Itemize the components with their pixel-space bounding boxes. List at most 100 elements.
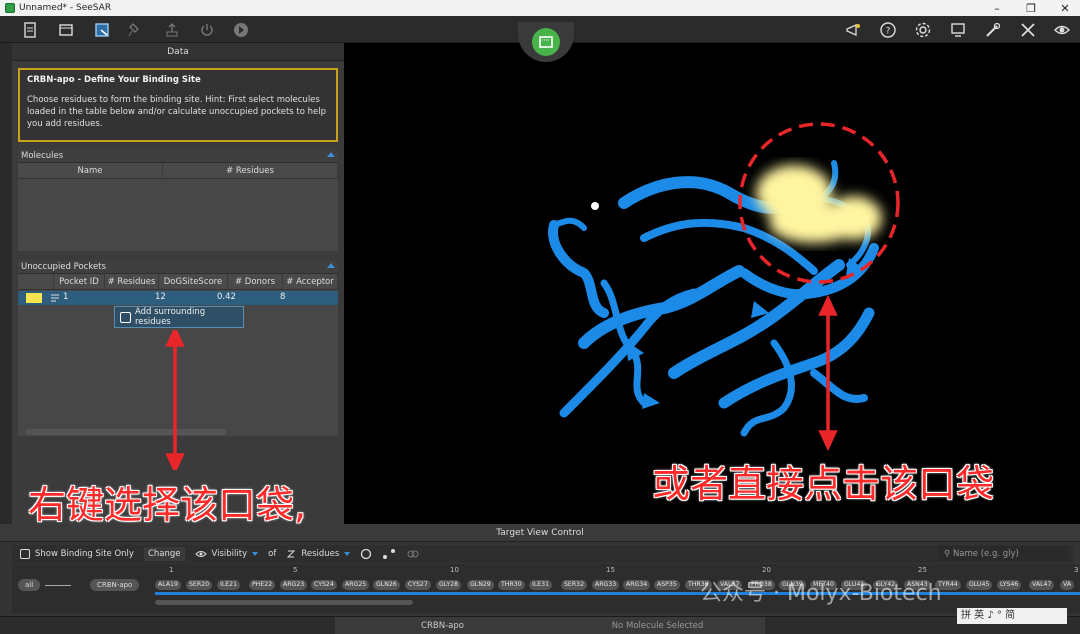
residue-arg34[interactable]: ARG34	[623, 580, 651, 590]
chain-all-button[interactable]: all	[18, 579, 41, 591]
collapse-icon[interactable]	[327, 263, 335, 268]
chevron-down-icon	[252, 552, 259, 556]
residue-ile21[interactable]: ILE21	[217, 580, 241, 590]
settings-gear-icon[interactable]	[913, 20, 933, 39]
of-label: of	[268, 549, 276, 559]
ruler-tick: 20	[762, 566, 771, 574]
ruler-tick: 3	[1074, 566, 1079, 574]
sequence-scrollbar[interactable]	[155, 600, 413, 605]
pocket-residues: 12	[155, 292, 166, 302]
show-binding-site-toggle[interactable]: Show Binding Site Only	[20, 549, 134, 559]
col-acceptors[interactable]: # Acceptor	[283, 274, 338, 289]
residue-search-input[interactable]: ⚲ Name (e.g. gly)	[938, 546, 1068, 562]
col-donors[interactable]: # Donors	[228, 274, 283, 289]
atoms-icon[interactable]	[382, 548, 396, 560]
residue-arg23[interactable]: ARG23	[280, 580, 308, 590]
molecule-tools-icon[interactable]	[1018, 20, 1038, 39]
col-residues[interactable]: # Residues	[163, 163, 338, 178]
residue-phe22[interactable]: PHE22	[249, 580, 276, 590]
list-icon	[51, 294, 59, 302]
molecules-section-header[interactable]: Molecules	[18, 149, 338, 163]
ruler-tick: 25	[918, 566, 927, 574]
ime-toolbar[interactable]: 拼 英 ♪ ° 简	[957, 608, 1067, 624]
eye-icon	[194, 551, 207, 557]
info-title: CRBN-apo - Define Your Binding Site	[27, 75, 201, 85]
reset-view-icon[interactable]	[360, 548, 372, 560]
search-placeholder: Name (e.g. gly)	[952, 549, 1019, 559]
residue-gly28[interactable]: GLY28	[436, 580, 462, 590]
change-text: Change	[147, 549, 181, 559]
status-molecule: No Molecule Selected	[611, 621, 704, 631]
col-pocket-id[interactable]: Pocket ID	[54, 274, 105, 289]
visibility-dropdown[interactable]: Visibility	[194, 549, 259, 559]
close-button[interactable]: ✕	[1058, 2, 1072, 15]
data-panel-header: Data	[12, 43, 344, 61]
binding-site-info-box: CRBN-apo - Define Your Binding Site Choo…	[18, 68, 338, 142]
title-bar: Unnamed* - SeeSAR – ❐ ✕	[0, 0, 1080, 16]
target-view-toolbar: Show Binding Site Only Change Visibility…	[12, 545, 1074, 563]
residue-gln29[interactable]: GLN29	[467, 580, 494, 590]
restore-button[interactable]: ❐	[1024, 2, 1038, 15]
pin-icon[interactable]	[125, 20, 145, 39]
change-label: Change	[143, 547, 185, 561]
residue-ser20[interactable]: SER20	[186, 580, 213, 590]
ruler-tick: 15	[606, 566, 615, 574]
context-menu-add-residues[interactable]: Add surrounding residues	[114, 306, 244, 328]
pockets-title: Unoccupied Pockets	[21, 262, 106, 272]
annotation-click-pocket: 或者直接点击该口袋	[652, 462, 995, 506]
residue-cys24[interactable]: CYS24	[311, 580, 337, 590]
residue-va[interactable]: VA	[1060, 580, 1075, 590]
chain-button[interactable]: CRBN-apo	[90, 579, 140, 591]
watermark: 公众号 · Molyx-Biotech	[700, 581, 942, 606]
window-title: Unnamed* - SeeSAR	[19, 3, 112, 13]
residue-lys46[interactable]: LYS46	[997, 580, 1022, 590]
help-icon[interactable]: ?	[878, 20, 898, 39]
residue-ser32[interactable]: SER32	[561, 580, 588, 590]
left-edge	[0, 43, 12, 524]
play-icon[interactable]	[231, 20, 251, 39]
link-icon[interactable]	[406, 548, 420, 560]
residue-cys27[interactable]: CYS27	[405, 580, 431, 590]
divider-line	[45, 585, 71, 586]
minimize-button[interactable]: –	[990, 2, 1004, 15]
residues-dropdown[interactable]: Residues	[286, 549, 351, 559]
protein-mode-icon[interactable]	[56, 20, 76, 39]
binding-site-mode-icon[interactable]	[92, 20, 112, 39]
power-icon[interactable]	[197, 20, 217, 39]
pockets-section-header[interactable]: Unoccupied Pockets	[18, 260, 338, 274]
ruler-tick: 1	[169, 566, 174, 574]
app-icon	[5, 3, 15, 13]
export-icon[interactable]	[162, 20, 182, 39]
status-bar: CRBN-apo No Molecule Selected	[0, 616, 1080, 634]
residue-gln26[interactable]: GLN26	[373, 580, 400, 590]
of-text: of	[268, 549, 277, 559]
horizontal-scrollbar[interactable]	[26, 429, 226, 435]
pocket-score: 0.42	[217, 292, 236, 302]
pocket-row[interactable]: 1 12 0.42 8	[18, 291, 338, 305]
molecules-section: Molecules Name # Residues	[18, 149, 338, 251]
tools-icon[interactable]	[983, 20, 1003, 39]
eye-icon[interactable]	[1052, 20, 1072, 39]
residue-thr30[interactable]: THR30	[498, 580, 525, 590]
residue-glu45[interactable]: GLU45	[966, 580, 993, 590]
status-target: CRBN-apo	[421, 621, 464, 631]
residue-val47[interactable]: VAL47	[1029, 580, 1055, 590]
display-settings-icon[interactable]	[948, 20, 968, 39]
residue-icon	[287, 550, 296, 558]
pockets-columns: Pocket ID # Residues DoGSiteScore # Dono…	[18, 274, 338, 290]
pocket-icon	[120, 311, 131, 323]
announcement-icon[interactable]	[843, 20, 863, 39]
collapse-icon[interactable]	[327, 152, 335, 157]
residue-ala19[interactable]: ALA19	[155, 580, 181, 590]
new-file-icon[interactable]	[20, 20, 40, 39]
residue-asp35[interactable]: ASP35	[654, 580, 680, 590]
annotation-right-click: 右键选择该口袋,	[28, 483, 307, 527]
col-dogsitescore[interactable]: DoGSiteScore	[159, 274, 228, 289]
col-name[interactable]: Name	[18, 163, 163, 178]
residue-arg25[interactable]: ARG25	[342, 580, 370, 590]
pocket-color-swatch	[26, 293, 42, 303]
col-residues[interactable]: # Residues	[105, 274, 159, 289]
residue-ile31[interactable]: ILE31	[529, 580, 553, 590]
3d-viewer[interactable]	[344, 43, 1080, 524]
residue-arg33[interactable]: ARG33	[592, 580, 620, 590]
